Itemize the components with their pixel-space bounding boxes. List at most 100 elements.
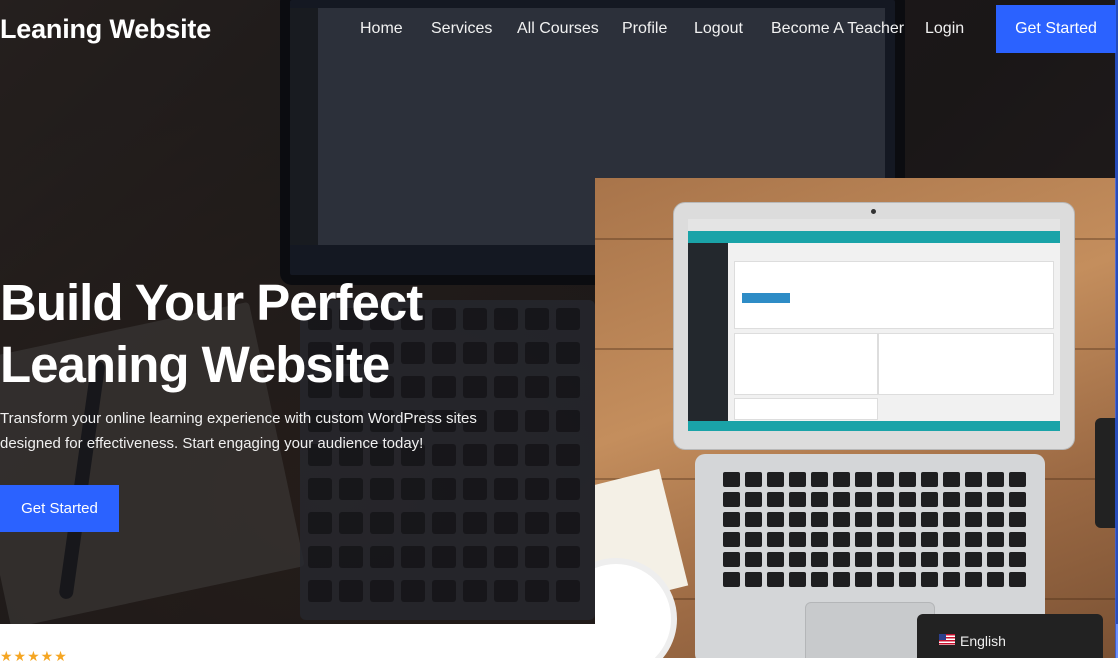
keyboard-key bbox=[308, 512, 332, 534]
keyboard-key bbox=[899, 492, 916, 507]
keyboard-key bbox=[556, 478, 580, 500]
keyboard-key bbox=[463, 580, 487, 602]
keyboard-key bbox=[987, 492, 1004, 507]
site-header: Leaning Website Home Services All Course… bbox=[0, 0, 1118, 58]
keyboard-key bbox=[921, 512, 938, 527]
keyboard-key bbox=[987, 532, 1004, 547]
photo-phone bbox=[1095, 418, 1116, 528]
keyboard-key bbox=[877, 492, 894, 507]
site-title[interactable]: Leaning Website bbox=[0, 14, 211, 45]
keyboard-key bbox=[723, 512, 740, 527]
keyboard-key bbox=[745, 552, 762, 567]
keyboard-key bbox=[463, 546, 487, 568]
camera-icon bbox=[871, 209, 876, 214]
nav-services[interactable]: Services bbox=[431, 20, 492, 38]
keyboard-key bbox=[767, 552, 784, 567]
keyboard-key bbox=[965, 512, 982, 527]
keyboard-key bbox=[855, 532, 872, 547]
keyboard-key bbox=[833, 472, 850, 487]
keyboard-key bbox=[987, 472, 1004, 487]
keyboard-key bbox=[855, 472, 872, 487]
keyboard-key bbox=[899, 572, 916, 587]
background-pen bbox=[58, 360, 106, 600]
keyboard-key bbox=[943, 572, 960, 587]
keyboard-key bbox=[877, 512, 894, 527]
keyboard-key bbox=[401, 580, 425, 602]
keyboard-key bbox=[789, 572, 806, 587]
keyboard-key bbox=[899, 552, 916, 567]
keyboard-key bbox=[833, 552, 850, 567]
keyboard-key bbox=[723, 472, 740, 487]
keyboard-key bbox=[556, 512, 580, 534]
keyboard-key bbox=[525, 410, 549, 432]
keyboard-key bbox=[767, 512, 784, 527]
keyboard-key bbox=[1009, 552, 1026, 567]
keyboard-key bbox=[767, 492, 784, 507]
keyboard-key bbox=[745, 492, 762, 507]
keyboard-key bbox=[339, 546, 363, 568]
keyboard-key bbox=[899, 512, 916, 527]
keyboard-key bbox=[921, 492, 938, 507]
language-switcher[interactable]: English bbox=[917, 614, 1103, 658]
keyboard-key bbox=[556, 410, 580, 432]
keyboard-key bbox=[877, 552, 894, 567]
nav-all-courses[interactable]: All Courses bbox=[517, 20, 599, 38]
keyboard-key bbox=[833, 512, 850, 527]
keyboard-key bbox=[494, 546, 518, 568]
header-get-started-button[interactable]: Get Started bbox=[996, 5, 1116, 53]
nav-login[interactable]: Login bbox=[925, 20, 964, 38]
keyboard-key bbox=[525, 546, 549, 568]
keyboard-key bbox=[370, 580, 394, 602]
keyboard-key bbox=[789, 492, 806, 507]
keyboard-key bbox=[811, 552, 828, 567]
keyboard-key bbox=[767, 572, 784, 587]
nav-profile[interactable]: Profile bbox=[622, 20, 667, 38]
keyboard-key bbox=[525, 444, 549, 466]
nav-home[interactable]: Home bbox=[360, 20, 403, 38]
keyboard-key bbox=[877, 472, 894, 487]
keyboard-key bbox=[943, 512, 960, 527]
keyboard-key bbox=[432, 580, 456, 602]
keyboard-key bbox=[745, 572, 762, 587]
keyboard-key bbox=[877, 572, 894, 587]
keyboard-key bbox=[525, 478, 549, 500]
keyboard-key bbox=[370, 546, 394, 568]
keyboard-key bbox=[987, 572, 1004, 587]
keyboard-key bbox=[556, 546, 580, 568]
keyboard-key bbox=[1009, 512, 1026, 527]
keyboard-key bbox=[745, 532, 762, 547]
keyboard-key bbox=[401, 478, 425, 500]
keyboard-key bbox=[401, 512, 425, 534]
nav-become-teacher[interactable]: Become A Teacher bbox=[771, 20, 904, 38]
keyboard-key bbox=[432, 546, 456, 568]
language-label: English bbox=[960, 633, 1006, 649]
rating-stars: ★★★★★ bbox=[0, 648, 68, 664]
us-flag-icon bbox=[939, 634, 955, 645]
keyboard-key bbox=[463, 512, 487, 534]
keyboard-key bbox=[723, 492, 740, 507]
keyboard-key bbox=[921, 472, 938, 487]
keyboard-key bbox=[339, 478, 363, 500]
keyboard-key bbox=[525, 512, 549, 534]
keyboard-key bbox=[899, 472, 916, 487]
keyboard-key bbox=[494, 478, 518, 500]
hero-subtitle-line-2: designed for effectiveness. Start engagi… bbox=[0, 435, 424, 452]
hero-subtitle: Transform your online learning experienc… bbox=[0, 406, 520, 456]
keyboard-key bbox=[987, 512, 1004, 527]
nav-logout[interactable]: Logout bbox=[694, 20, 743, 38]
keyboard-key bbox=[556, 580, 580, 602]
hero-title-line-1: Build Your Perfect bbox=[0, 274, 423, 331]
photo-trackpad bbox=[805, 602, 935, 658]
content-section-start bbox=[0, 624, 600, 658]
keyboard-key bbox=[432, 512, 456, 534]
keyboard-key bbox=[494, 580, 518, 602]
hero-get-started-button[interactable]: Get Started bbox=[0, 485, 119, 532]
keyboard-key bbox=[308, 478, 332, 500]
keyboard-key bbox=[833, 532, 850, 547]
keyboard-key bbox=[789, 512, 806, 527]
keyboard-key bbox=[1009, 492, 1026, 507]
keyboard-key bbox=[745, 512, 762, 527]
hero-title-line-2: Leaning Website bbox=[0, 336, 390, 393]
keyboard-key bbox=[987, 552, 1004, 567]
keyboard-key bbox=[463, 478, 487, 500]
